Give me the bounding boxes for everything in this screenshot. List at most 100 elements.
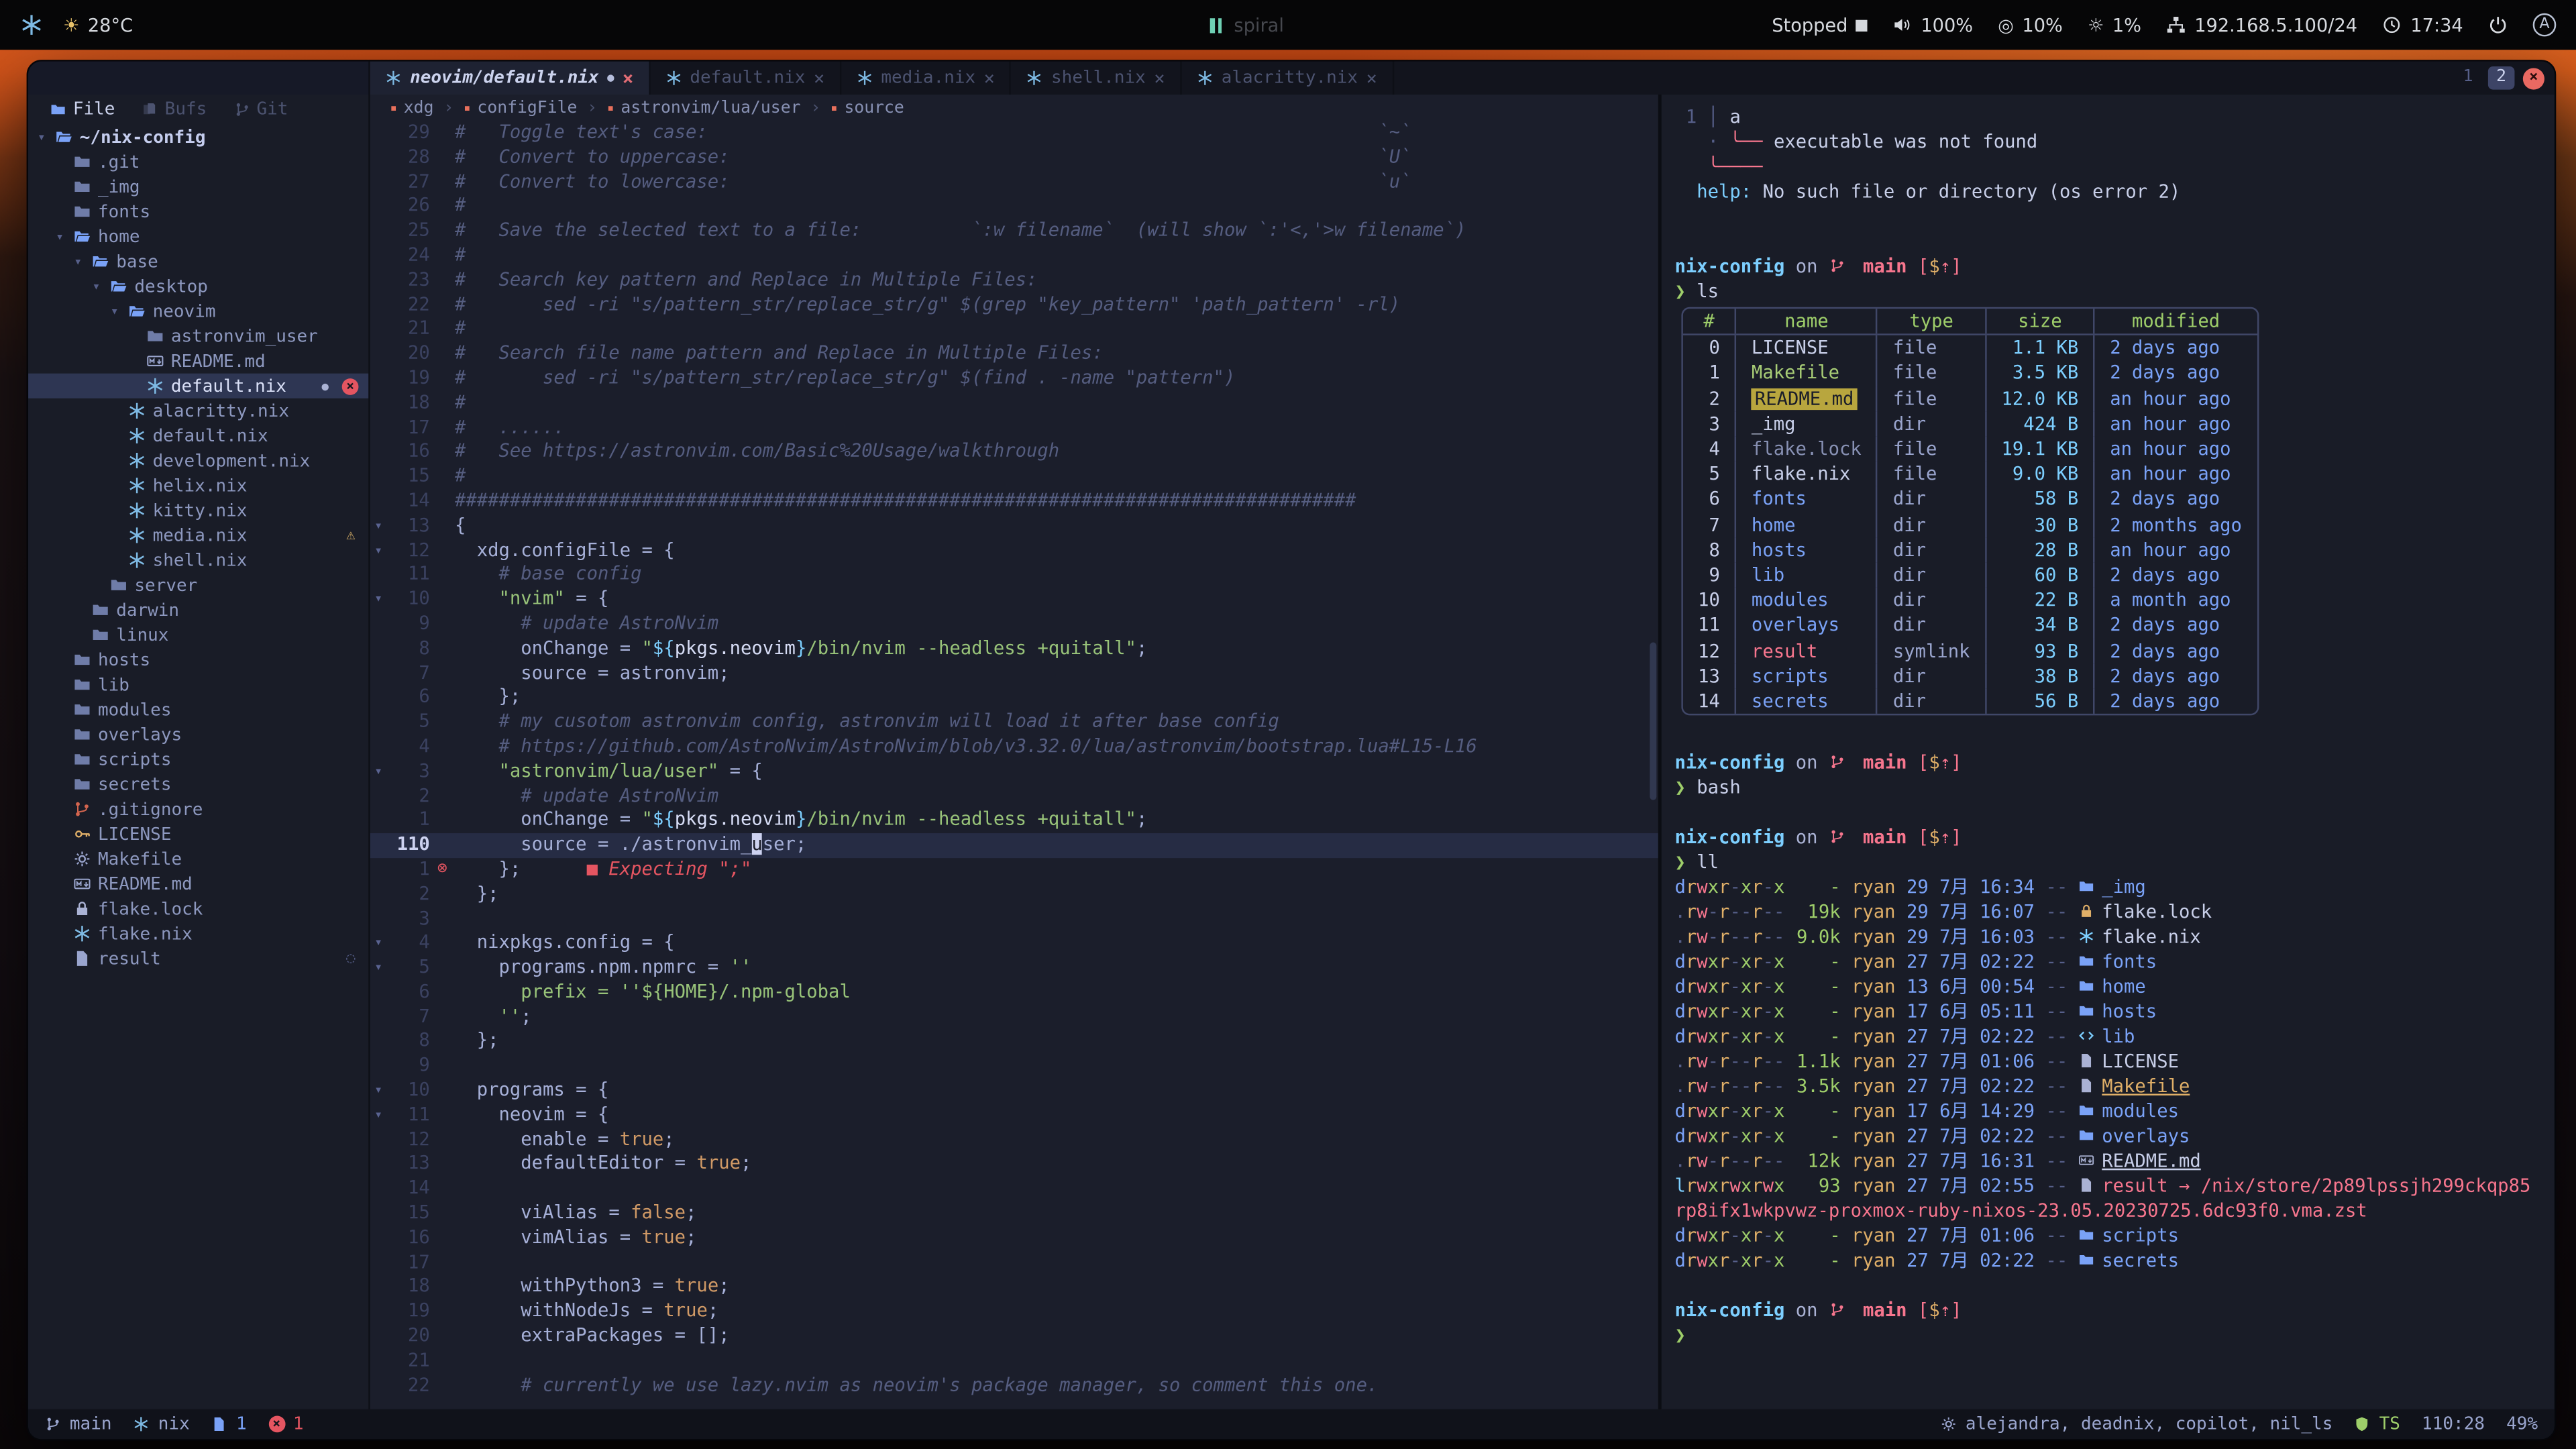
close-buffer-icon[interactable]: × [1366,69,1377,87]
code-line[interactable]: 20# Search file name pattern and Replace… [370,342,1658,367]
explorer-tab-bufs[interactable]: Bufs [130,99,219,119]
code-line[interactable]: ▾13{ [370,514,1658,539]
tree-item-flake.lock[interactable]: flake.lock [28,896,368,921]
tree-item-_img[interactable]: _img [28,174,368,199]
diagnostics-errors[interactable]: ×1 [268,1414,304,1434]
tree-item-astronvim_user[interactable]: astronvim_user [28,323,368,348]
tree-item-default.nix[interactable]: default.nix●× [28,374,368,398]
explorer-tab-file[interactable]: File [38,99,127,119]
code-line[interactable]: 110 source = ./astronvim_user; [370,833,1658,858]
tabpage-1[interactable]: 1 [2455,66,2481,90]
code-line[interactable]: 15# [370,465,1658,490]
code-line[interactable]: ▾5 programs.npm.npmrc = '' [370,956,1658,981]
disk-indicator[interactable]: ◎10% [1998,14,2063,36]
code-line[interactable]: 12 enable = true; [370,1128,1658,1153]
terminal-pane[interactable]: 1 │ a · ╰── executable was not found ╰──… [1658,95,2555,1409]
volume-indicator[interactable]: 100% [1892,14,1973,36]
diagnostics-info[interactable]: 1 [211,1414,247,1434]
code-line[interactable]: 22 # currently we use lazy.nvim as neovi… [370,1374,1658,1399]
tabpage-2[interactable]: 2 [2488,66,2515,90]
code-line[interactable]: 16# See https://astronvim.com/Basic%20Us… [370,441,1658,466]
buffer-tab-neovim/default.nix[interactable]: neovim/default.nix●× [370,62,650,95]
network-indicator[interactable]: 192.168.5.100/24 [2166,14,2357,36]
code-line[interactable]: 16 vimAlias = true; [370,1226,1658,1251]
code-line[interactable]: 14 [370,1177,1658,1202]
code-line[interactable]: 1 onChange = "${pkgs.neovim}/bin/nvim --… [370,809,1658,834]
tree-item-modules[interactable]: modules [28,697,368,722]
breadcrumb-item[interactable]: ▪configFile [464,99,577,117]
tree-item-default.nix[interactable]: default.nix [28,423,368,448]
tree-item-lib[interactable]: lib [28,672,368,697]
close-buffer-icon[interactable]: × [1154,69,1165,87]
tree-item-fonts[interactable]: fonts [28,199,368,224]
code-line[interactable]: 6 prefix = ''${HOME}/.npm-global [370,981,1658,1006]
code-line[interactable]: 29# Toggle text's case: `~` [370,121,1658,146]
code-line[interactable]: 28# Convert to uppercase: `U` [370,146,1658,170]
tree-item-README.md[interactable]: README.md [28,871,368,896]
buffer-tab-alacritty.nix[interactable]: alacritty.nix× [1181,62,1393,95]
code-line[interactable]: ▾4 nixpkgs.config = { [370,932,1658,957]
code-area[interactable]: 29# Toggle text's case: `~`28# Convert t… [370,121,1658,1409]
player-state[interactable]: Stopped [1772,14,1868,36]
code-line[interactable]: ▾10 programs = { [370,1079,1658,1104]
code-line[interactable]: 11 # base config [370,564,1658,588]
code-line[interactable]: ▾10 "nvim" = { [370,588,1658,612]
tree-item-.gitignore[interactable]: .gitignore [28,797,368,822]
fold-icon[interactable]: ▾ [370,932,387,957]
code-line[interactable]: 17 [370,1251,1658,1276]
tree-item-.git[interactable]: .git [28,150,368,174]
tree-item-kitty.nix[interactable]: kitty.nix [28,498,368,523]
code-line[interactable]: 2 }; [370,883,1658,908]
tree-item-scripts[interactable]: scripts [28,747,368,771]
tree-item-shell.nix[interactable]: shell.nix [28,547,368,572]
code-line[interactable]: 4 # https://github.com/AstroNvim/AstroNv… [370,735,1658,760]
code-line[interactable]: 26# [370,195,1658,219]
code-line[interactable]: 17# ...... [370,416,1658,441]
code-line[interactable]: 15 viAlias = false; [370,1201,1658,1226]
code-line[interactable]: 18# [370,391,1658,416]
code-line[interactable]: ▾11 neovim = { [370,1104,1658,1128]
tree-item-media.nix[interactable]: media.nix⚠ [28,523,368,547]
code-line[interactable]: 19 withNodeJs = true; [370,1300,1658,1325]
code-line[interactable]: 7 ''; [370,1006,1658,1030]
buffer-tab-media.nix[interactable]: media.nix× [841,62,1012,95]
code-line[interactable]: 8 }; [370,1030,1658,1055]
tree-item-Makefile[interactable]: Makefile [28,847,368,871]
code-line[interactable]: 24# [370,244,1658,269]
explorer-tab-git[interactable]: Git [222,99,300,119]
code-line[interactable]: 5 # my cusotom astronvim config, astronv… [370,710,1658,735]
git-branch-indicator[interactable]: main [45,1414,112,1434]
fold-icon[interactable]: ▾ [370,1079,387,1104]
code-line[interactable]: 14######################################… [370,490,1658,515]
tree-item-result[interactable]: result◌ [28,946,368,971]
code-line[interactable]: 7 source = astronvim; [370,661,1658,686]
code-line[interactable]: 9 [370,1055,1658,1079]
close-buffer-icon[interactable]: × [984,69,995,87]
buffer-tab-default.nix[interactable]: default.nix× [650,62,841,95]
nixos-logo-icon[interactable] [20,13,44,37]
close-buffer-icon[interactable]: × [814,69,824,87]
tree-item-overlays[interactable]: overlays [28,722,368,747]
fold-icon[interactable]: ▾ [370,760,387,785]
code-line[interactable]: ▾12 xdg.configFile = { [370,539,1658,564]
code-line[interactable]: 22# sed -ri "s/pattern_str/replace_str/g… [370,293,1658,318]
tree-item-README.md[interactable]: README.md [28,349,368,374]
fold-icon[interactable]: ▾ [370,956,387,981]
breadcrumb-item[interactable]: ▪xdg [390,99,433,117]
code-line[interactable]: 19# sed -ri "s/pattern_str/replace_str/g… [370,367,1658,392]
tree-item-darwin[interactable]: darwin [28,598,368,623]
code-line[interactable]: 8 onChange = "${pkgs.neovim}/bin/nvim --… [370,637,1658,661]
breadcrumb-item[interactable]: ▪source [830,99,904,117]
code-line[interactable]: 21 [370,1349,1658,1374]
fold-icon[interactable]: ▾ [370,539,387,564]
close-icon[interactable]: × [2523,67,2544,89]
fold-icon[interactable]: ▾ [370,588,387,612]
tree-item-flake.nix[interactable]: flake.nix [28,921,368,946]
code-line[interactable]: 25# Save the selected text to a file: `:… [370,219,1658,244]
code-line[interactable]: 27# Convert to lowercase: `u` [370,170,1658,195]
code-line[interactable]: 9 # update AstroNvim [370,612,1658,637]
power-icon[interactable] [2488,15,2508,35]
tree-item-desktop[interactable]: ▾desktop [28,274,368,299]
tree-item-home[interactable]: ▾home [28,224,368,249]
code-line[interactable]: ▾3 "astronvim/lua/user" = { [370,760,1658,785]
